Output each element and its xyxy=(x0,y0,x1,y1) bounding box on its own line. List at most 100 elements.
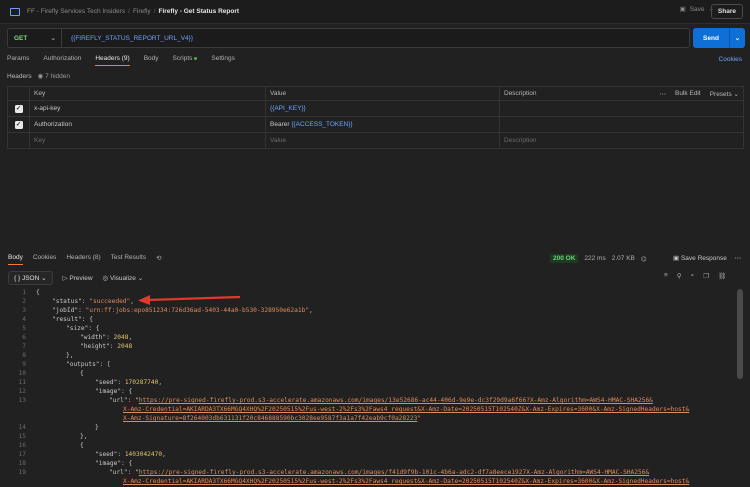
response-body[interactable]: 1 2 3 4 5 6 7 8 9 10 11 12 13 14 15 16 1… xyxy=(0,287,750,487)
tab-resp-body[interactable]: Body xyxy=(8,254,23,265)
presets-dropdown[interactable]: Presets ⌄ xyxy=(710,90,739,98)
send-button[interactable]: Send ⌄ xyxy=(693,28,745,48)
code-line: "status": "succeeded", xyxy=(52,298,134,305)
tab-params[interactable]: Params xyxy=(7,55,29,66)
code-line: X-Amz-Credential=AKIARDA3TX66MGQ4XHQ%2F2… xyxy=(123,478,689,487)
tab-scripts[interactable]: Scripts xyxy=(173,55,198,66)
collection-icon xyxy=(10,7,20,16)
table-row: Key Value Description xyxy=(7,132,744,149)
tab-test-results[interactable]: Test Results xyxy=(111,254,146,265)
response-tabs: Body Cookies Headers (8) Test Results ⟲ xyxy=(8,254,162,265)
tab-resp-headers[interactable]: Headers (8) xyxy=(66,254,100,265)
tab-resp-cookies[interactable]: Cookies xyxy=(33,254,56,265)
bulk-edit-button[interactable]: Bulk Edit xyxy=(675,90,701,98)
method-select[interactable]: GET ⌄ xyxy=(8,29,62,47)
code-line: "jobId": "urn:ff:jobs:epo851234:726d36ad… xyxy=(52,307,313,314)
image-url-link[interactable]: https://pre-signed-firefly-prod.s3-accel… xyxy=(139,469,649,476)
column-key: Key xyxy=(29,86,266,101)
image-url-link[interactable]: X-Amz-Credential=AKIARDA3TX66MGQ4XHQ%2F2… xyxy=(123,478,689,485)
image-url-link[interactable]: https://pre-signed-firefly-prod.s3-accel… xyxy=(139,397,653,404)
save-response-label: Save Response xyxy=(680,255,727,262)
method-label: GET xyxy=(14,34,28,42)
code-line: { xyxy=(36,289,40,296)
scrollbar[interactable] xyxy=(737,289,743,379)
more-icon[interactable]: ⋯ xyxy=(660,90,667,98)
preview-label: Preview xyxy=(69,275,93,282)
response-status: 200 OK 222 ms 2.07 KB ⌬ xyxy=(550,254,647,263)
headers-title: Headers xyxy=(7,72,32,80)
share-button[interactable]: Share xyxy=(710,4,743,19)
code-line: "result": { xyxy=(52,316,93,323)
checkbox[interactable]: ✓ xyxy=(14,120,23,129)
copy-icon[interactable]: ❐ xyxy=(703,272,709,280)
value-placeholder[interactable]: Value xyxy=(265,132,500,149)
hidden-count: 7 hidden xyxy=(45,73,71,80)
description-placeholder[interactable]: Description xyxy=(499,132,744,149)
tab-settings[interactable]: Settings xyxy=(211,55,235,66)
header-description[interactable] xyxy=(499,100,744,117)
line-number: 3 xyxy=(22,307,26,314)
line-number: 2 xyxy=(22,298,26,305)
breadcrumb: FF - Firefly Services Tech Insiders / Fi… xyxy=(27,8,240,15)
filter-icon[interactable]: ⚲ xyxy=(677,272,682,280)
cookies-link[interactable]: Cookies xyxy=(719,56,742,63)
response-time: 222 ms xyxy=(584,255,606,262)
image-url-link[interactable]: X-Amz-Credential=AKIARDA3TX66MGQ4XHQ%2F2… xyxy=(123,406,689,413)
header-description[interactable] xyxy=(499,116,744,133)
visualize-button[interactable]: ◎ Visualize ⌄ xyxy=(103,274,144,282)
response-toolbar: { } JSON ⌄ ▷ Preview ◎ Visualize ⌄ xyxy=(8,271,143,285)
table-row: ✓ Authorization Bearer {{ACCESS_TOKEN}} xyxy=(7,116,744,133)
top-bar: FF - Firefly Services Tech Insiders / Fi… xyxy=(0,0,750,24)
checkbox[interactable]: ✓ xyxy=(14,104,23,113)
response-actions: ≡ ⚲ ⌕ ❐ ⛓ xyxy=(664,272,726,280)
code-line: { xyxy=(80,442,84,449)
save-response-button[interactable]: ▣ Save Response ⋯ xyxy=(673,254,741,262)
header-key[interactable]: x-api-key xyxy=(29,100,266,117)
tab-body[interactable]: Body xyxy=(144,55,159,66)
seed-value: 170287740 xyxy=(124,379,159,386)
format-label: JSON xyxy=(21,275,40,282)
tab-headers[interactable]: Headers (9) xyxy=(95,55,130,66)
format-select[interactable]: { } JSON ⌄ xyxy=(8,271,53,285)
header-key[interactable]: Authorization xyxy=(29,116,266,133)
line-number: 10 xyxy=(18,370,26,377)
network-icon[interactable]: ⌬ xyxy=(641,255,647,263)
visualize-icon: ◎ xyxy=(102,275,109,282)
image-url-link[interactable]: X-Amz-Signature=8f264003db631131f20c8468… xyxy=(123,415,417,422)
breadcrumb-collection[interactable]: Firefly xyxy=(133,8,151,15)
header-value[interactable]: Bearer {{ACCESS_TOKEN}} xyxy=(265,116,500,133)
line-number: 5 xyxy=(22,325,26,332)
eye-icon: ◉ xyxy=(37,73,44,80)
line-number: 9 xyxy=(22,361,26,368)
play-icon: ▷ xyxy=(62,275,68,282)
save-button[interactable]: ▣ Save ⌄ xyxy=(680,5,714,14)
value-prefix: Bearer xyxy=(270,121,290,128)
code-line: "image": { xyxy=(95,460,133,467)
history-icon[interactable]: ⟲ xyxy=(156,254,161,265)
line-number: 4 xyxy=(22,316,26,323)
header-value[interactable]: {{API_KEY}} xyxy=(265,100,500,117)
link-icon[interactable]: ⛓ xyxy=(718,272,726,280)
search-icon[interactable]: ⌕ xyxy=(691,272,695,280)
breadcrumb-request[interactable]: Firefly - Get Status Report xyxy=(158,8,239,15)
visualize-label: Visualize xyxy=(110,275,136,282)
send-label: Send xyxy=(703,34,719,42)
tab-authorization[interactable]: Authorization xyxy=(43,55,81,66)
key-placeholder[interactable]: Key xyxy=(29,132,266,149)
chevron-down-icon[interactable]: ⌄ xyxy=(730,34,745,42)
code-line: "url": "https://pre-signed-firefly-prod.… xyxy=(109,397,653,404)
more-icon[interactable]: ⋯ xyxy=(735,255,742,262)
code-line: X-Amz-Credential=AKIARDA3TX66MGQ4XHQ%2F2… xyxy=(123,406,689,415)
line-number: 6 xyxy=(22,334,26,341)
code-line: "size": { xyxy=(66,325,100,332)
code-line: "outputs": [ xyxy=(66,361,111,368)
wrap-icon[interactable]: ≡ xyxy=(664,272,668,280)
code-line: "image": { xyxy=(95,388,133,395)
code-line: "seed": 170287740, xyxy=(95,379,163,386)
line-number: 13 xyxy=(18,397,26,404)
breadcrumb-workspace[interactable]: FF - Firefly Services Tech Insiders xyxy=(27,8,125,15)
hidden-headers-toggle[interactable]: ◉ 7 hidden xyxy=(38,72,70,80)
chevron-down-icon: ⌄ xyxy=(50,35,56,42)
url-input[interactable]: {{FIREFLY_STATUS_REPORT_URL_V4}} xyxy=(62,35,193,42)
preview-button[interactable]: ▷ Preview xyxy=(63,274,93,282)
